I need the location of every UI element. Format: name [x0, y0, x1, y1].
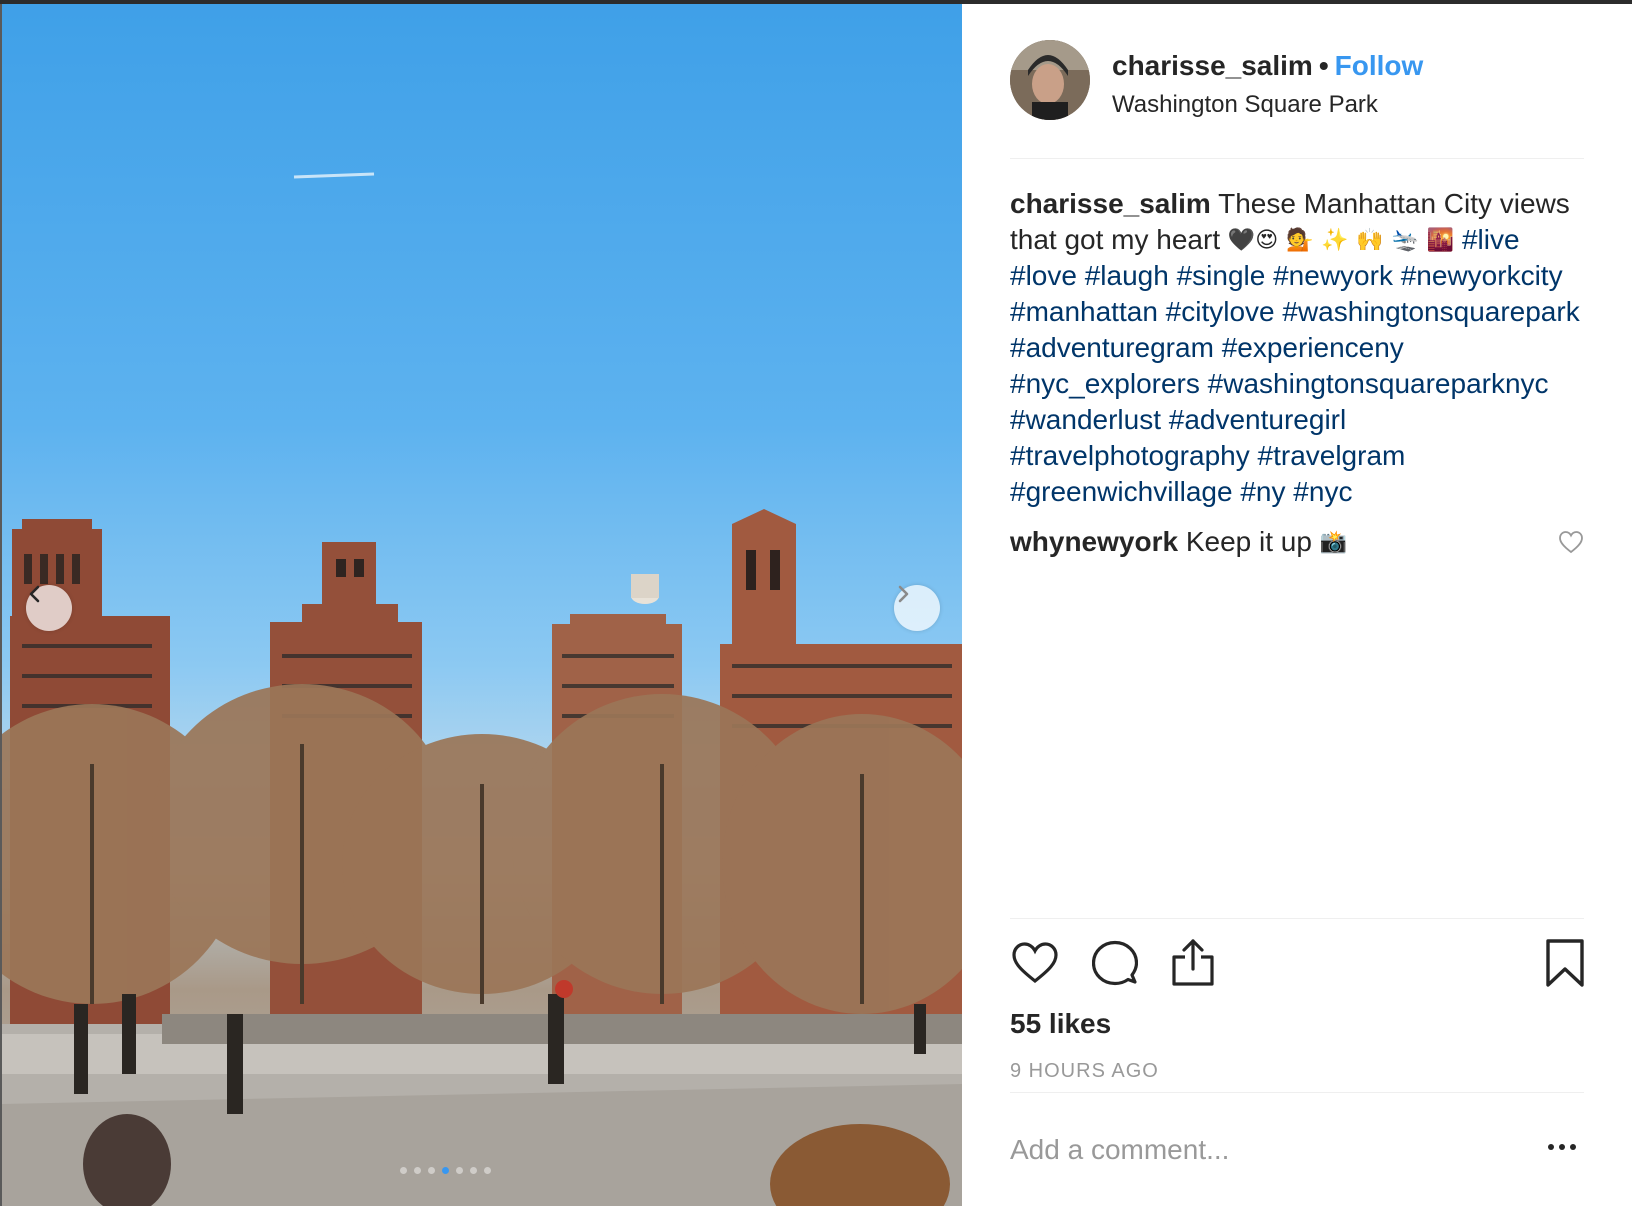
hashtag-link[interactable]: #greenwichvillage — [1010, 476, 1233, 507]
black-heart-emoji: 🖤 — [1227, 227, 1256, 252]
hashtag-link[interactable]: #adventuregirl — [1169, 404, 1346, 435]
hashtag-link[interactable]: #experienceny — [1222, 332, 1404, 363]
previous-slide-button[interactable] — [26, 585, 72, 631]
post-caption: charisse_salim These Manhattan City view… — [1010, 186, 1590, 510]
post-details-panel: charisse_salim • Follow Washington Square … — [962, 4, 1632, 1206]
airplane-arrival-emoji: 🛬 — [1391, 227, 1419, 252]
post-actions — [1010, 938, 1590, 992]
more-options-dot — [1559, 1144, 1565, 1150]
comment-text: Keep it up — [1185, 526, 1312, 557]
next-slide-button[interactable] — [894, 585, 940, 631]
hashtag-link[interactable]: #citylove — [1166, 296, 1275, 327]
carousel-dot — [400, 1167, 407, 1174]
post-header: charisse_salim • Follow Washington Square … — [1010, 40, 1590, 128]
hashtag-link[interactable]: #manhattan — [1010, 296, 1158, 327]
carousel-dot — [414, 1167, 421, 1174]
hashtag-link[interactable]: #travelphotography — [1010, 440, 1250, 471]
heart-icon — [1559, 531, 1583, 554]
hashtag-link[interactable]: #laugh — [1085, 260, 1169, 291]
location-link[interactable]: Washington Square Park — [1112, 91, 1378, 119]
hashtag-link[interactable]: #ny — [1240, 476, 1285, 507]
chevron-left-icon — [29, 585, 40, 603]
sparkles-emoji: ✨ — [1321, 227, 1349, 252]
hashtag-link[interactable]: #single — [1177, 260, 1266, 291]
carousel-dot — [428, 1167, 435, 1174]
hashtag-link[interactable]: #adventuregram — [1010, 332, 1214, 363]
carousel-dot — [470, 1167, 477, 1174]
like-count[interactable]: 55 likes — [1010, 1008, 1111, 1040]
actions-divider — [1010, 918, 1584, 919]
follow-button[interactable]: Follow — [1335, 50, 1424, 81]
hashtag-link[interactable]: #nyc — [1293, 476, 1352, 507]
tipping-hand-emoji: 💁 — [1286, 227, 1314, 252]
share-button[interactable] — [1168, 938, 1218, 988]
like-button[interactable] — [1010, 938, 1060, 988]
hashtag-link[interactable]: #love — [1010, 260, 1077, 291]
hashtag-link[interactable]: #washingtonsquarepark — [1282, 296, 1579, 327]
hashtag-link[interactable]: #newyorkcity — [1401, 260, 1563, 291]
city-sunset-emoji: 🌇 — [1426, 227, 1455, 252]
comment-button[interactable] — [1090, 938, 1140, 988]
chevron-right-icon — [898, 585, 909, 603]
more-options-dot — [1548, 1144, 1554, 1150]
bookmark-icon — [1546, 939, 1584, 987]
carousel-dot-active — [442, 1167, 449, 1174]
header-username-line: charisse_salim • Follow — [1112, 50, 1423, 82]
hashtag-link[interactable]: #nyc_explorers — [1010, 368, 1200, 399]
header-divider — [1010, 158, 1584, 159]
comment-input[interactable]: Add a comment... — [1010, 1134, 1229, 1166]
comment-like-button[interactable] — [1558, 530, 1584, 554]
caption-author[interactable]: charisse_salim — [1010, 188, 1211, 219]
speech-bubble-icon — [1092, 940, 1138, 986]
post-modal: charisse_salim • Follow Washington Square … — [0, 0, 1632, 1206]
composer-divider — [1010, 1092, 1584, 1093]
save-button[interactable] — [1540, 938, 1590, 988]
hashtag-link[interactable]: #live — [1462, 224, 1520, 255]
avatar-photo — [1010, 40, 1090, 120]
comment-item: whynewyork Keep it up 📸 — [1010, 524, 1550, 560]
carousel-indicator — [400, 1167, 491, 1174]
raised-hands-emoji: 🙌 — [1356, 227, 1384, 252]
avatar[interactable] — [1010, 40, 1090, 120]
heart-eyes-emoji: 😍 — [1255, 227, 1279, 252]
park-scene-illustration — [2, 172, 962, 1206]
share-icon — [1172, 939, 1214, 986]
more-options-button[interactable] — [1548, 1144, 1576, 1150]
comment-author[interactable]: whynewyork — [1010, 526, 1178, 557]
heart-icon — [1012, 942, 1058, 984]
more-options-dot — [1570, 1144, 1576, 1150]
hashtag-link[interactable]: #newyork — [1273, 260, 1393, 291]
post-timestamp[interactable]: 9 HOURS AGO — [1010, 1060, 1159, 1083]
separator-dot: • — [1318, 50, 1329, 81]
carousel-dot — [484, 1167, 491, 1174]
camera-flash-emoji: 📸 — [1319, 529, 1348, 554]
hashtag-link[interactable]: #travelgram — [1258, 440, 1406, 471]
username-link[interactable]: charisse_salim — [1112, 50, 1313, 81]
hashtag-link[interactable]: #wanderlust — [1010, 404, 1161, 435]
carousel-dot — [456, 1167, 463, 1174]
hashtag-link[interactable]: #washingtonsquareparknyc — [1208, 368, 1549, 399]
post-photo[interactable] — [2, 4, 962, 1206]
